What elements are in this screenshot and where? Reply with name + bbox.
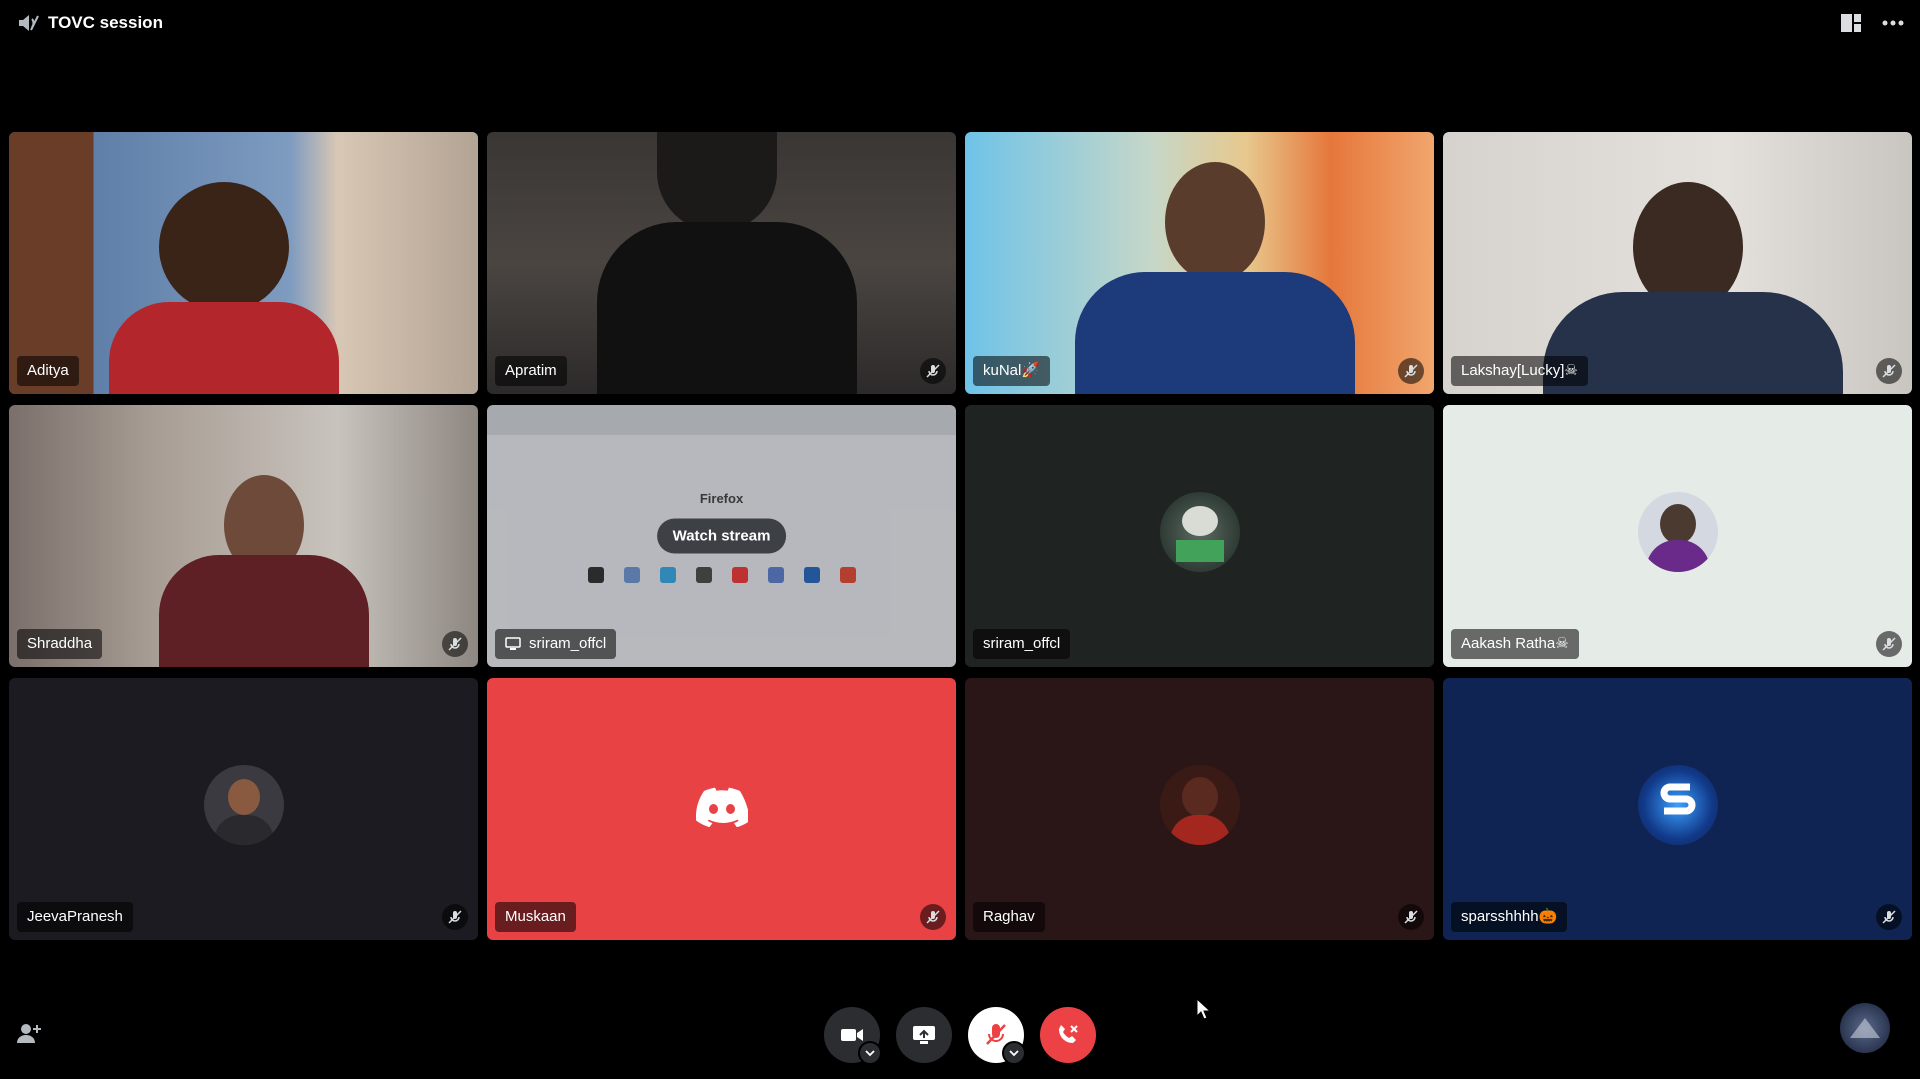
mic-muted-icon <box>920 358 946 384</box>
mic-muted-icon <box>1398 358 1424 384</box>
camera-icon <box>841 1029 863 1041</box>
participant-name: Shraddha <box>17 629 103 659</box>
participant-tile-apratim[interactable]: Apratim <box>487 132 956 394</box>
mic-muted-icon <box>1876 358 1902 384</box>
video-feed <box>9 405 478 667</box>
add-person-icon[interactable] <box>16 1022 42 1044</box>
participant-tile-lakshay[interactable]: Lakshay[Lucky]☠ <box>1443 132 1912 394</box>
participant-name: Raghav <box>973 902 1045 932</box>
participant-name: JeevaPranesh <box>17 902 133 932</box>
video-feed <box>965 132 1434 394</box>
participant-grid: Aditya Apratim kuNal🚀 Lakshay[Lucky]☠ Sh… <box>9 132 1912 940</box>
screen-share-button[interactable] <box>896 1007 952 1063</box>
chevron-down-icon[interactable] <box>858 1041 882 1065</box>
participant-tile-shraddha[interactable]: Shraddha <box>9 405 478 667</box>
grid-layout-icon[interactable] <box>1840 13 1862 33</box>
avatar <box>1159 765 1240 845</box>
call-controls-bar <box>0 980 1920 1079</box>
avatar-art-icon <box>1850 1018 1880 1038</box>
participant-name: sriram_offcl <box>495 629 617 659</box>
participant-name: Apratim <box>495 356 567 386</box>
participant-tile-muskaan[interactable]: Muskaan <box>487 678 956 940</box>
s-logo-icon <box>1660 783 1695 815</box>
mic-muted-icon <box>920 904 946 930</box>
self-avatar[interactable] <box>1840 1003 1890 1053</box>
participant-name: sparsshhhh🎃 <box>1451 902 1568 932</box>
participant-tile-aditya[interactable]: Aditya <box>9 132 478 394</box>
discord-logo-icon <box>695 787 748 827</box>
call-header: TOVC session <box>0 0 1920 46</box>
mic-muted-icon <box>1876 904 1902 930</box>
mic-muted-icon <box>1398 904 1424 930</box>
participant-name: Lakshay[Lucky]☠ <box>1451 356 1588 386</box>
chevron-down-icon[interactable] <box>1002 1041 1026 1065</box>
camera-button[interactable] <box>824 1007 882 1065</box>
participant-name: sriram_offcl <box>973 629 1071 659</box>
screen-share-icon <box>505 637 521 651</box>
participant-tile-raghav[interactable]: Raghav <box>965 678 1434 940</box>
participant-name: Muskaan <box>495 902 576 932</box>
channel-title: TOVC session <box>48 13 163 32</box>
mic-muted-icon <box>442 904 468 930</box>
mic-muted-icon <box>442 631 468 657</box>
participant-tile-aakash[interactable]: Aakash Ratha☠ <box>1443 405 1912 667</box>
participant-tile-sriram[interactable]: sriram_offcl <box>965 405 1434 667</box>
participant-name: Aakash Ratha☠ <box>1451 629 1579 659</box>
watch-stream-button[interactable]: Watch stream <box>656 518 787 554</box>
participant-name: Aditya <box>17 356 79 386</box>
video-feed <box>9 132 478 394</box>
participant-tile-sriram-stream[interactable]: Firefox Watch stream sriram_offcl <box>487 405 956 667</box>
mic-muted-icon <box>1876 631 1902 657</box>
participant-tile-kunal[interactable]: kuNal🚀 <box>965 132 1434 394</box>
video-feed <box>1443 132 1912 394</box>
shortcut-icons <box>487 567 956 583</box>
video-feed <box>487 132 956 394</box>
more-options-icon[interactable] <box>1880 13 1906 33</box>
avatar <box>1637 492 1718 572</box>
participant-name-text: sriram_offcl <box>529 635 607 652</box>
avatar <box>203 765 284 845</box>
screen-share-icon <box>913 1026 935 1044</box>
mouse-cursor-icon <box>1196 998 1210 1020</box>
firefox-title: Firefox <box>699 491 744 506</box>
hangup-button[interactable] <box>1040 1007 1096 1063</box>
participant-tile-jeevapranesh[interactable]: JeevaPranesh <box>9 678 478 940</box>
avatar <box>1637 765 1718 845</box>
mute-button[interactable] <box>968 1007 1026 1065</box>
speaker-icon <box>19 15 39 31</box>
hangup-icon <box>1059 1025 1078 1043</box>
participant-tile-sparsshhhh[interactable]: sparsshhhh🎃 <box>1443 678 1912 940</box>
avatar <box>1159 492 1240 572</box>
participant-name: kuNal🚀 <box>973 356 1051 386</box>
